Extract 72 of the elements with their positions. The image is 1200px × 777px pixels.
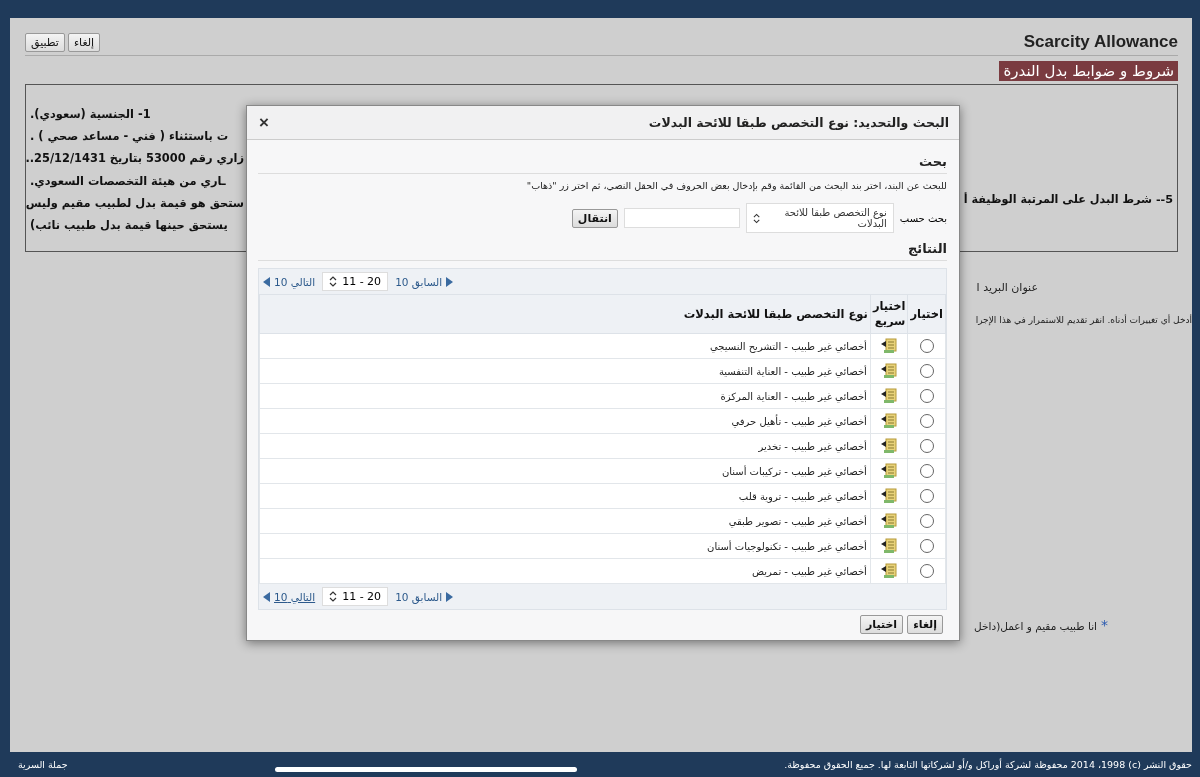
triangle-left-icon <box>263 276 270 287</box>
table-cell: أخصائي غير طبيب - تخدير <box>259 433 871 459</box>
radio-button[interactable] <box>919 514 934 528</box>
table-cell: أخصائي غير طبيب - العناية التنفسية <box>259 358 871 384</box>
section-heading: النتائج <box>258 239 947 261</box>
range-select[interactable]: 11 - 20 <box>322 272 389 291</box>
previous-link[interactable]: السابق 10 <box>395 590 454 603</box>
range-select[interactable]: 11 - 20 <box>322 587 389 606</box>
privacy-link[interactable]: جملة السرية <box>18 759 68 770</box>
quick-select-icon <box>881 463 898 479</box>
dialog-button[interactable]: إلغاء <box>907 615 943 634</box>
condition-text: يستحق حينها قيمة بدل طبيب نائب) <box>30 217 229 234</box>
table-cell: أخصائي غير طبيب - التشريح النسيجي <box>259 333 871 359</box>
triangle-right-icon <box>446 591 454 602</box>
previous-link[interactable]: السابق 10 <box>395 275 454 288</box>
quick-select-icon <box>881 563 898 579</box>
radio-button[interactable] <box>919 339 934 353</box>
triangle-right-icon <box>446 276 454 287</box>
triangle-left-icon <box>263 591 270 602</box>
section-title: شروط و ضوابط بدل الندرة <box>999 61 1178 81</box>
go-button[interactable]: انتقال <box>571 208 618 228</box>
condition-text: 5-- شرط البدل على المرتبة الوظيفة أ <box>963 191 1173 208</box>
next-link[interactable]: التالي 10 <box>263 590 316 603</box>
radio-button[interactable] <box>919 539 934 553</box>
quick-select-icon <box>881 388 898 404</box>
search-by-select[interactable]: نوع التخصص طبقا للائحة البدلات <box>745 203 894 233</box>
table-cell: أخصائي غير طبيب - تكنولوجيات أسنان <box>259 533 871 559</box>
table-cell: أخصائي غير طبيب - تمريض <box>259 558 871 584</box>
radio-button[interactable] <box>919 414 934 428</box>
condition-text: 1- الجنسية (سعودي). <box>30 106 152 123</box>
next-link[interactable]: التالي 10 <box>263 275 316 288</box>
quick-select-icon <box>881 413 898 429</box>
dialog-title: البحث والتحديد: نوع التخصص طبقا للائحة البدلات <box>648 115 949 130</box>
header-button[interactable]: إلغاء <box>67 33 101 52</box>
field-label: عنوان البريد ا <box>976 281 1038 294</box>
field-label: انا طبيب مقيم و اعمل(داخل <box>974 620 1097 632</box>
quick-select-icon <box>881 488 898 504</box>
updown-icon <box>752 212 760 224</box>
hint-text: للبحث عن البند، اختر بند البحث من القائمة وقم بإدخال بعض الحروف في الحقل النصي، ثم اختر زر "ذهاب" <box>525 179 947 191</box>
updown-icon <box>329 276 338 287</box>
updown-icon <box>329 591 338 602</box>
table-cell: أخصائي غير طبيب - تروية قلب <box>259 483 871 509</box>
radio-button[interactable] <box>919 564 934 578</box>
quick-select-icon <box>881 538 898 554</box>
search-field[interactable] <box>623 208 740 228</box>
section-heading: بحث <box>258 140 947 174</box>
condition-text: ـاري من هيئة التخصصات السعودي. <box>30 172 227 190</box>
radio-button[interactable] <box>919 389 934 403</box>
copyright-text: حقوق النشر (c) 2014 ،1998 محفوظة لشركة أوراكل و/أو لشركاتها التابعة لها. جميع الحقوق محفوظة. <box>784 759 1192 770</box>
quick-select-icon <box>881 338 898 354</box>
column-header: نوع التخصص طبقا للائحة البدلات <box>259 294 871 334</box>
dialog-button[interactable]: اختيار <box>859 615 904 634</box>
field-label: بحث حسب <box>899 212 947 224</box>
quick-select-icon <box>881 438 898 454</box>
table-cell: أخصائي غير طبيب - العناية المركزة <box>259 383 871 409</box>
header-button[interactable]: تطبيق <box>25 33 65 52</box>
condition-text: ت باستثناء ( فني - مساعد صحي ) . <box>30 128 230 146</box>
table-cell: أخصائي غير طبيب - تأهيل حرفي <box>259 408 871 434</box>
radio-button[interactable] <box>919 364 934 378</box>
required-mark: * <box>1101 617 1108 633</box>
column-header: اختيار <box>907 294 946 334</box>
quick-select-icon <box>881 513 898 529</box>
radio-button[interactable] <box>919 439 934 453</box>
radio-button[interactable] <box>919 464 934 478</box>
table-cell: أخصائي غير طبيب - تصوير طبقي <box>259 508 871 534</box>
close-button[interactable]: × <box>257 112 271 133</box>
table-cell: أخصائي غير طبيب - تركيبات أسنان <box>259 458 871 484</box>
page-title: Scarcity Allowance <box>1023 32 1178 52</box>
instructions-text: أدخل أي تغييرات أدناه. انقر تقديم للاستمرار في هذا الإجرا <box>975 315 1192 325</box>
column-header: اختيار سريع <box>870 294 908 334</box>
quick-select-icon <box>881 363 898 379</box>
radio-button[interactable] <box>919 489 934 503</box>
